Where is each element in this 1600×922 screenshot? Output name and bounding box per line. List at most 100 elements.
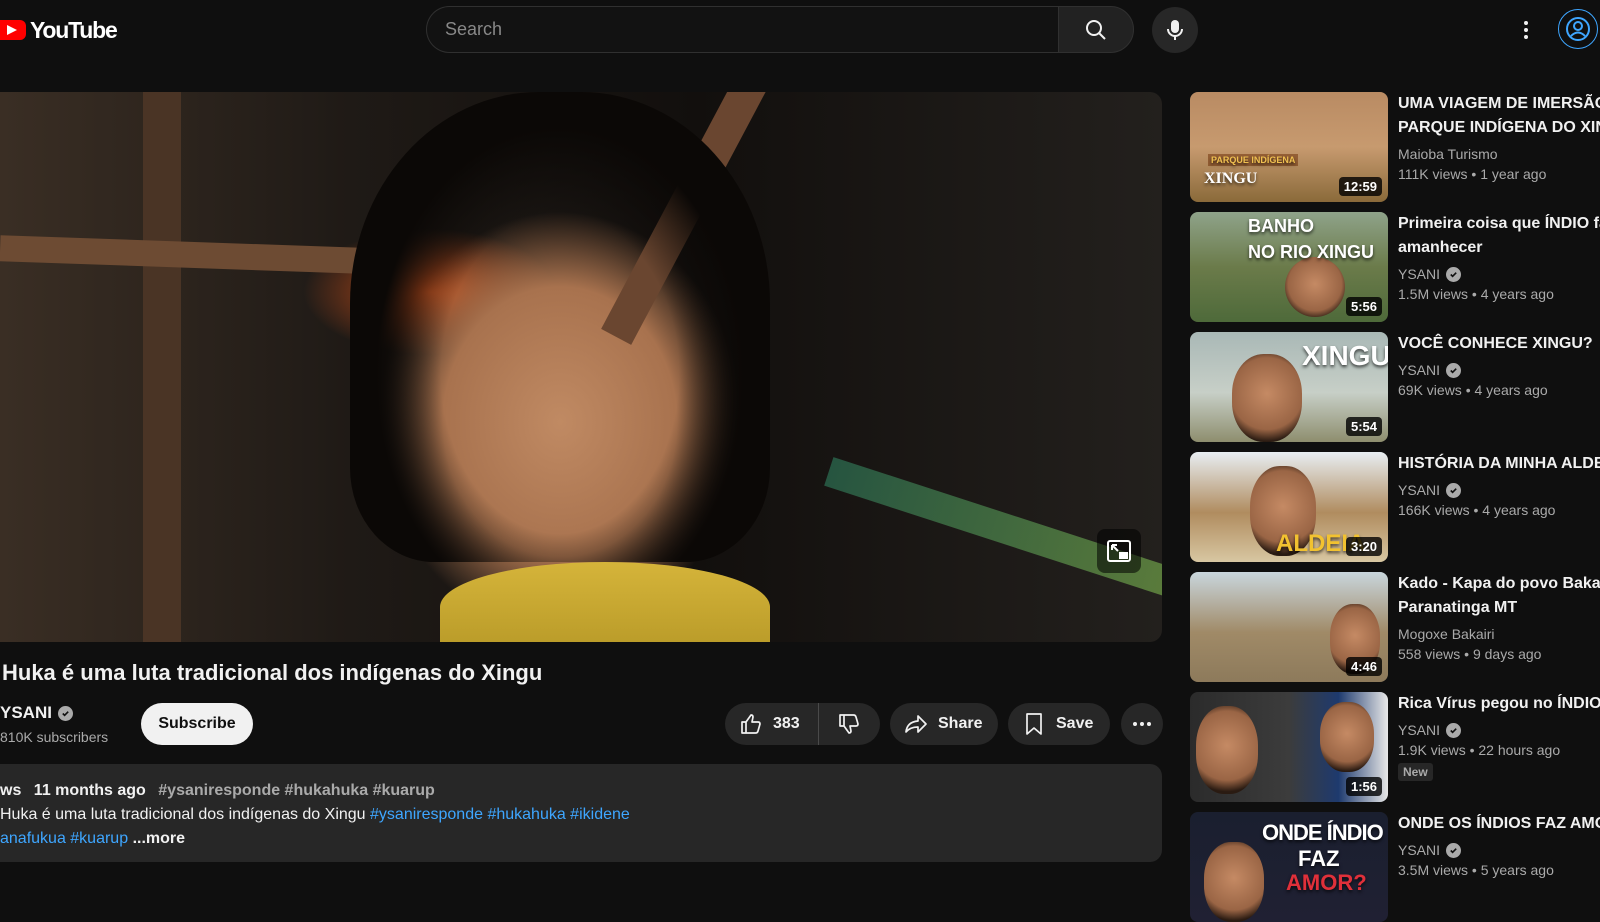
upload-date: 11 months ago (33, 782, 146, 799)
description-hashtags[interactable]: anafukua #kuarup (0, 830, 128, 847)
like-button[interactable]: 383 (725, 703, 819, 745)
thumbnail-face (1285, 257, 1345, 317)
thumbnail-text: NO RIO XINGU (1248, 242, 1375, 262)
video-thumbnail[interactable]: ONDE ÍNDIO FAZ AMOR? (1190, 812, 1388, 922)
video-duration: 5:56 (1345, 297, 1382, 316)
video-frame-detail (350, 92, 770, 562)
miniplayer-icon (1107, 540, 1131, 562)
video-stats: 69K views • 4 years ago (1398, 382, 1548, 398)
description-hashtags[interactable]: #ysaniresponde #hukahuka #ikidene (370, 806, 630, 823)
show-more-link[interactable]: ...more (133, 830, 185, 847)
share-icon (905, 715, 927, 733)
video-stats: 1.5M views • 4 years ago (1398, 286, 1554, 302)
recommended-video[interactable]: ALDEIA 3:20 HISTÓRIA DA MINHA ALDE YSANI… (1190, 452, 1600, 562)
video-thumbnail[interactable]: PARQUE INDÍGENA XINGU 12:59 (1190, 92, 1388, 202)
view-count: 166K views (1398, 502, 1470, 518)
channel-name[interactable]: YSANI (1398, 362, 1600, 378)
channel-name[interactable]: Maioba Turismo (1398, 146, 1600, 162)
upload-age: 4 years ago (1482, 502, 1556, 518)
video-title[interactable]: Rica Vírus pegou no ÍNDIO (1398, 692, 1600, 716)
video-title[interactable]: Primeira coisa que ÍNDIO fa (1398, 212, 1600, 236)
channel-name[interactable]: YSANI (1398, 722, 1600, 738)
video-thumbnail[interactable]: BANHO NO RIO XINGU 5:56 (1190, 212, 1388, 322)
video-thumbnail[interactable]: XINGU 5:54 (1190, 332, 1388, 442)
youtube-logo[interactable]: YouTube (0, 16, 118, 44)
save-label: Save (1056, 715, 1094, 732)
thumbs-up-icon (741, 714, 761, 734)
video-title[interactable]: Kado - Kapa do povo Bakair (1398, 572, 1600, 596)
thumbnail-text: AMOR? (1286, 870, 1367, 895)
upload-age: 4 years ago (1480, 286, 1554, 302)
channel-name-text: YSANI (1398, 266, 1441, 282)
share-button[interactable]: Share (890, 703, 998, 745)
view-count: 558 views (1398, 646, 1461, 662)
more-vertical-icon (1524, 21, 1528, 39)
video-thumbnail[interactable]: ALDEIA 3:20 (1190, 452, 1388, 562)
video-stats: 111K views • 1 year ago (1398, 166, 1547, 182)
recommended-video[interactable]: BANHO NO RIO XINGU 5:56 Primeira coisa q… (1190, 212, 1600, 322)
channel-name[interactable]: YSANI (0, 703, 73, 723)
channel-name-text: YSANI (1398, 722, 1441, 738)
video-frame-detail (0, 235, 391, 275)
video-duration: 12:59 (1338, 177, 1382, 196)
video-title[interactable]: UMA VIAGEM DE IMERSÃO (1398, 92, 1600, 116)
voice-search-button[interactable] (1152, 7, 1198, 53)
search-icon (1086, 19, 1106, 40)
channel-name[interactable]: YSANI (1398, 266, 1600, 282)
upload-age: 1 year ago (1480, 166, 1547, 182)
thumbs-down-icon (838, 714, 859, 734)
video-title[interactable]: HISTÓRIA DA MINHA ALDE (1398, 452, 1600, 476)
search-input[interactable] (426, 6, 1058, 53)
recommended-video[interactable]: XINGU 5:54 VOCÊ CONHECE XINGU? YSANI 69K… (1190, 332, 1600, 442)
video-info: UMA VIAGEM DE IMERSÃO PARQUE INDÍGENA DO… (1398, 92, 1600, 182)
microphone-icon (1167, 20, 1183, 40)
verified-icon (1446, 722, 1462, 738)
dislike-button[interactable] (819, 703, 879, 745)
like-dislike-group: 383 (725, 703, 880, 745)
top-hashtags[interactable]: #ysaniresponde #hukahuka #kuarup (158, 782, 435, 799)
recommended-video[interactable]: 4:46 Kado - Kapa do povo Bakair Paranati… (1190, 572, 1600, 682)
video-info: Kado - Kapa do povo Bakair Paranatinga M… (1398, 572, 1600, 662)
search-button[interactable] (1058, 6, 1134, 53)
play-logo-icon (0, 20, 26, 40)
video-thumbnail[interactable]: 4:46 (1190, 572, 1388, 682)
video-info: Primeira coisa que ÍNDIO fa amanhecer YS… (1398, 212, 1600, 302)
miniplayer-button[interactable] (1097, 529, 1141, 573)
channel-name[interactable]: Mogoxe Bakairi (1398, 626, 1600, 642)
video-title[interactable]: ONDE OS ÍNDIOS FAZ AMOR (1398, 812, 1600, 836)
video-info: ONDE OS ÍNDIOS FAZ AMOR YSANI 3.5M views… (1398, 812, 1600, 878)
upload-age: 9 days ago (1472, 646, 1542, 662)
channel-name[interactable]: YSANI (1398, 842, 1600, 858)
video-duration: 4:46 (1345, 657, 1382, 676)
video-title[interactable]: amanhecer (1398, 236, 1600, 260)
view-count: ws (0, 782, 22, 799)
video-stats: 166K views • 4 years ago (1398, 502, 1556, 518)
video-stats: 558 views • 9 days ago (1398, 646, 1542, 662)
recommended-video[interactable]: ONDE ÍNDIO FAZ AMOR? ONDE OS ÍNDIOS FAZ … (1190, 812, 1600, 922)
save-button[interactable]: Save (1008, 703, 1110, 745)
channel-name-text: YSANI (1398, 362, 1441, 378)
more-actions-button[interactable] (1121, 703, 1163, 745)
verified-icon (57, 705, 73, 721)
video-title[interactable]: VOCÊ CONHECE XINGU? (1398, 332, 1600, 356)
video-frame-detail (440, 562, 770, 642)
video-thumbnail[interactable]: 1:56 (1190, 692, 1388, 802)
thumbnail-text: ONDE ÍNDIO (1262, 820, 1384, 845)
recommended-video[interactable]: PARQUE INDÍGENA XINGU 12:59 UMA VIAGEM D… (1190, 92, 1600, 202)
channel-name[interactable]: YSANI (1398, 482, 1600, 498)
video-title[interactable]: PARQUE INDÍGENA DO XIN (1398, 116, 1600, 140)
video-player[interactable] (0, 92, 1162, 642)
subscribe-button[interactable]: Subscribe (141, 703, 253, 745)
recommended-video[interactable]: 1:56 Rica Vírus pegou no ÍNDIO YSANI 1.9… (1190, 692, 1600, 802)
video-info: HISTÓRIA DA MINHA ALDE YSANI 166K views … (1398, 452, 1600, 518)
view-count: 3.5M views (1398, 862, 1469, 878)
settings-menu-button[interactable] (1508, 12, 1544, 48)
description-box[interactable]: ws 11 months ago #ysaniresponde #hukahuk… (0, 764, 1162, 862)
subscriber-count: 810K subscribers (0, 729, 109, 745)
thumbnail-text: XINGU (1204, 170, 1258, 187)
thumbnail-text: PARQUE INDÍGENA (1208, 154, 1299, 166)
search-box (426, 6, 1134, 53)
sign-in-avatar[interactable] (1558, 9, 1598, 49)
video-title[interactable]: Paranatinga MT (1398, 596, 1600, 620)
logo-wordmark: YouTube (30, 16, 118, 43)
